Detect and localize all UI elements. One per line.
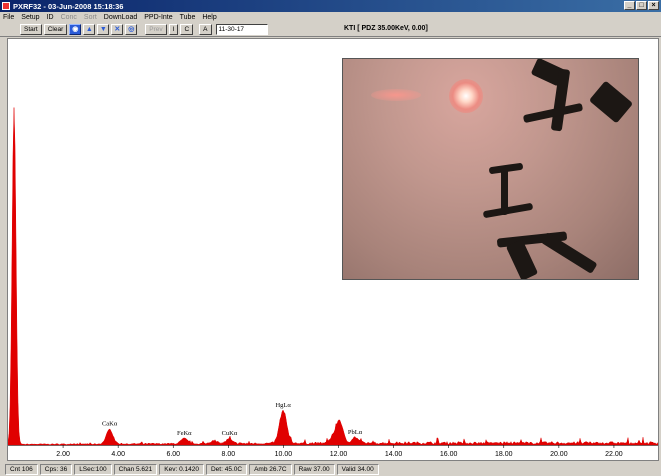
menu-bar: File Setup ID Conc Sort DownLoad PPD-Int… bbox=[0, 12, 661, 23]
menu-help[interactable]: Help bbox=[202, 14, 216, 21]
status-detector-temp: Det: 45.0C bbox=[205, 464, 248, 475]
zoom-in-button[interactable]: ◉ bbox=[69, 24, 82, 35]
time-field[interactable]: 11-30-17 bbox=[215, 24, 268, 35]
x-tick-label: 14.00 bbox=[385, 451, 403, 458]
i-button[interactable]: I bbox=[168, 24, 179, 35]
app-icon bbox=[2, 2, 10, 10]
x-tick-label: 12.00 bbox=[330, 451, 348, 458]
peak-label: CaKα bbox=[102, 420, 118, 427]
start-button[interactable]: Start bbox=[20, 24, 42, 35]
laser-reflection bbox=[371, 89, 421, 101]
x-tick-label: 6.00 bbox=[166, 451, 180, 458]
spectrum-status-title: KTI [ PDZ 35.00KeV, 0.00] bbox=[344, 25, 428, 32]
window-controls: _ □ × bbox=[624, 1, 659, 10]
ink-stroke bbox=[482, 202, 534, 219]
status-lsec: LSec:100 bbox=[74, 464, 112, 475]
status-count: Cnt 106 bbox=[5, 464, 38, 475]
maximize-button[interactable]: □ bbox=[636, 1, 647, 10]
prev-button[interactable]: Prev bbox=[145, 24, 167, 35]
status-channel: Chan 5.621 bbox=[113, 464, 158, 475]
window-title: PXRF32 - 03-Jun-2008 15:18:36 bbox=[13, 1, 124, 11]
c-button[interactable]: C bbox=[180, 24, 194, 35]
peak-label: CuKα bbox=[222, 430, 238, 437]
peak-label: HgLα bbox=[275, 402, 291, 409]
x-tick-label: 20.00 bbox=[550, 451, 568, 458]
camera-view bbox=[342, 58, 639, 280]
toolbar: Start Clear ◉ ▲ ▼ ✕ ◎ Prev I C A 11-30-1… bbox=[0, 23, 661, 37]
x-tick-label: 2.00 bbox=[56, 451, 70, 458]
status-bar: Cnt 106 Cps: 36 LSec:100 Chan 5.621 Kev:… bbox=[0, 463, 661, 476]
menu-tube[interactable]: Tube bbox=[180, 14, 196, 21]
status-valid: Valid 34.00 bbox=[336, 464, 379, 475]
status-ambient-temp: Amb 26.7C bbox=[249, 464, 292, 475]
zoom-in-icon: ◉ bbox=[72, 26, 79, 33]
reset-icon: ◎ bbox=[128, 26, 135, 33]
status-raw: Raw 37.00 bbox=[293, 464, 335, 475]
scale-down-button[interactable]: ▼ bbox=[97, 24, 110, 35]
x-tick-label: 22.00 bbox=[605, 451, 623, 458]
scale-up-button[interactable]: ▲ bbox=[83, 24, 96, 35]
peak-label: FeKα bbox=[177, 430, 192, 437]
fit-icon: ✕ bbox=[114, 26, 121, 33]
menu-setup[interactable]: Setup bbox=[21, 14, 39, 21]
x-tick-label: 18.00 bbox=[495, 451, 513, 458]
ink-stroke bbox=[588, 80, 634, 124]
peak-label: PbLα bbox=[348, 429, 363, 436]
x-tick-label: 10.00 bbox=[275, 451, 293, 458]
minimize-button[interactable]: _ bbox=[624, 1, 635, 10]
menu-file[interactable]: File bbox=[3, 14, 14, 21]
menu-download[interactable]: DownLoad bbox=[104, 14, 137, 21]
menu-sort[interactable]: Sort bbox=[84, 14, 97, 21]
menu-conc[interactable]: Conc bbox=[61, 14, 77, 21]
menu-ppd-inte[interactable]: PPD-Inte bbox=[144, 14, 172, 21]
status-cps: Cps: 36 bbox=[39, 464, 73, 475]
x-tick-label: 4.00 bbox=[111, 451, 125, 458]
menu-id[interactable]: ID bbox=[47, 14, 54, 21]
arrow-up-icon: ▲ bbox=[85, 26, 93, 33]
fit-button[interactable]: ✕ bbox=[111, 24, 124, 35]
ink-stroke bbox=[540, 232, 598, 274]
laser-spot bbox=[449, 79, 483, 113]
close-button[interactable]: × bbox=[648, 1, 659, 10]
clear-button[interactable]: Clear bbox=[43, 24, 68, 35]
x-tick-label: 16.00 bbox=[440, 451, 458, 458]
title-bar: PXRF32 - 03-Jun-2008 15:18:36 _ □ × bbox=[0, 0, 661, 12]
status-kev: Kev: 0.1420 bbox=[159, 464, 204, 475]
a-button[interactable]: A bbox=[199, 24, 212, 35]
arrow-down-icon: ▼ bbox=[99, 26, 107, 33]
x-tick-label: 8.00 bbox=[222, 451, 236, 458]
reset-button[interactable]: ◎ bbox=[125, 24, 138, 35]
ink-stroke bbox=[505, 238, 539, 279]
